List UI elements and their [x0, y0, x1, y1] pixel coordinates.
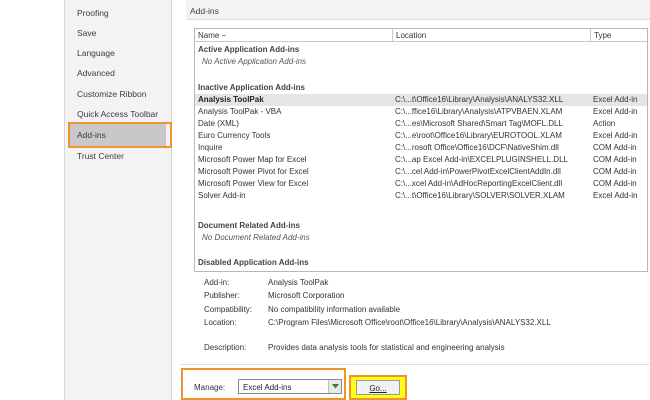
addin-name: Inquire — [198, 143, 223, 152]
addin-name: Analysis ToolPak — [198, 95, 264, 104]
addin-type: Excel Add-in — [593, 107, 638, 116]
table-row[interactable]: Analysis ToolPak - VBA C:\...ffice16\Lib… — [195, 106, 647, 118]
detail-label-description: Description: — [204, 343, 247, 352]
addin-name: Microsoft Power Map for Excel — [198, 155, 307, 164]
detail-value-publisher: Microsoft Corporation — [268, 291, 345, 300]
addin-type: COM Add-in — [593, 143, 637, 152]
sidebar-item-save[interactable]: Save — [77, 28, 96, 38]
detail-value-description: Provides data analysis tools for statist… — [268, 343, 505, 352]
table-row[interactable]: Euro Currency Tools C:\...e\root\Office1… — [195, 130, 647, 142]
addin-name: Microsoft Power Pivot for Excel — [198, 167, 309, 176]
addin-name: Date (XML) — [198, 119, 239, 128]
sidebar-item-quick-access-toolbar[interactable]: Quick Access Toolbar — [77, 109, 158, 119]
addin-location: C:\...ffice16\Library\Analysis\ATPVBAEN.… — [395, 107, 563, 116]
table-row[interactable]: Microsoft Power Pivot for Excel C:\...ce… — [195, 166, 647, 178]
group-empty-active: No Active Application Add-ins — [202, 57, 307, 66]
column-header-type[interactable]: Type — [591, 29, 647, 42]
group-empty-document: No Document Related Add-ins — [202, 233, 310, 242]
go-button-label: Go... — [369, 384, 387, 393]
sidebar-item-trust-center[interactable]: Trust Center — [77, 151, 124, 161]
section-title: Add-ins — [190, 6, 219, 16]
group-title-document: Document Related Add-ins — [198, 221, 300, 230]
sidebar-item-advanced[interactable]: Advanced — [77, 68, 115, 78]
sidebar-item-customize-ribbon[interactable]: Customize Ribbon — [77, 89, 146, 99]
addin-location: C:\...t\Office16\Library\Analysis\ANALYS… — [395, 95, 564, 104]
detail-label-addin: Add-in: — [204, 278, 230, 287]
table-row[interactable]: Inquire C:\...rosoft Office\Office16\DCF… — [195, 142, 647, 154]
detail-value-compatibility: No compatibility information available — [268, 305, 401, 314]
addin-location: C:\...es\Microsoft Shared\Smart Tag\MOFL… — [395, 119, 563, 128]
addin-type: Excel Add-in — [593, 131, 638, 140]
group-title-disabled: Disabled Application Add-ins — [198, 258, 309, 267]
addin-type: Action — [593, 119, 616, 128]
addin-type: COM Add-in — [593, 155, 637, 164]
addin-location: C:\...t\Office16\Library\SOLVER\SOLVER.X… — [395, 191, 565, 200]
annotation-highlight-box — [181, 368, 346, 400]
go-button[interactable]: Go... — [356, 380, 400, 395]
addin-type: Excel Add-in — [593, 191, 638, 200]
detail-value-addin: Analysis ToolPak — [268, 278, 329, 287]
table-row[interactable]: Solver Add-in C:\...t\Office16\Library\S… — [195, 190, 647, 202]
addin-type: COM Add-in — [593, 179, 637, 188]
addin-location: C:\...rosoft Office\Office16\DCF\NativeS… — [395, 143, 559, 152]
annotation-highlight-box — [68, 122, 172, 148]
left-margin — [0, 0, 64, 400]
table-row[interactable]: Microsoft Power Map for Excel C:\...ap E… — [195, 154, 647, 166]
table-row[interactable]: Date (XML) C:\...es\Microsoft Shared\Sma… — [195, 118, 647, 130]
table-row[interactable]: Analysis ToolPak C:\...t\Office16\Librar… — [195, 94, 647, 106]
addin-location: C:\...xcel Add-in\AdHocReportingExcelCli… — [395, 179, 563, 188]
divider — [180, 364, 650, 365]
detail-label-publisher: Publisher: — [204, 291, 240, 300]
group-title-inactive: Inactive Application Add-ins — [198, 83, 305, 92]
detail-label-compatibility: Compatibility: — [204, 305, 253, 314]
addin-name: Analysis ToolPak - VBA — [198, 107, 282, 116]
detail-value-location: C:\Program Files\Microsoft Office\root\O… — [268, 318, 551, 327]
table-row[interactable]: Microsoft Power View for Excel C:\...xce… — [195, 178, 647, 190]
addin-location: C:\...cel Add-in\PowerPivotExcelClientAd… — [395, 167, 561, 176]
column-header-name[interactable]: Name − — [195, 29, 393, 42]
addin-type: COM Add-in — [593, 167, 637, 176]
section-header: Add-ins — [186, 0, 650, 20]
addin-location: C:\...ap Excel Add-in\EXCELPLUGINSHELL.D… — [395, 155, 568, 164]
addin-name: Microsoft Power View for Excel — [198, 179, 309, 188]
options-sidebar — [65, 0, 172, 400]
sidebar-item-language[interactable]: Language — [77, 48, 115, 58]
addin-name: Solver Add-in — [198, 191, 246, 200]
addin-location: C:\...e\root\Office16\Library\EUROTOOL.X… — [395, 131, 562, 140]
add-ins-list[interactable]: Name − Location Type Active Application … — [194, 28, 648, 272]
column-header-location[interactable]: Location — [393, 29, 591, 42]
group-title-active: Active Application Add-ins — [198, 45, 300, 54]
detail-label-location: Location: — [204, 318, 237, 327]
addin-type: Excel Add-in — [593, 95, 638, 104]
sidebar-item-proofing[interactable]: Proofing — [77, 8, 109, 18]
addin-name: Euro Currency Tools — [198, 131, 271, 140]
